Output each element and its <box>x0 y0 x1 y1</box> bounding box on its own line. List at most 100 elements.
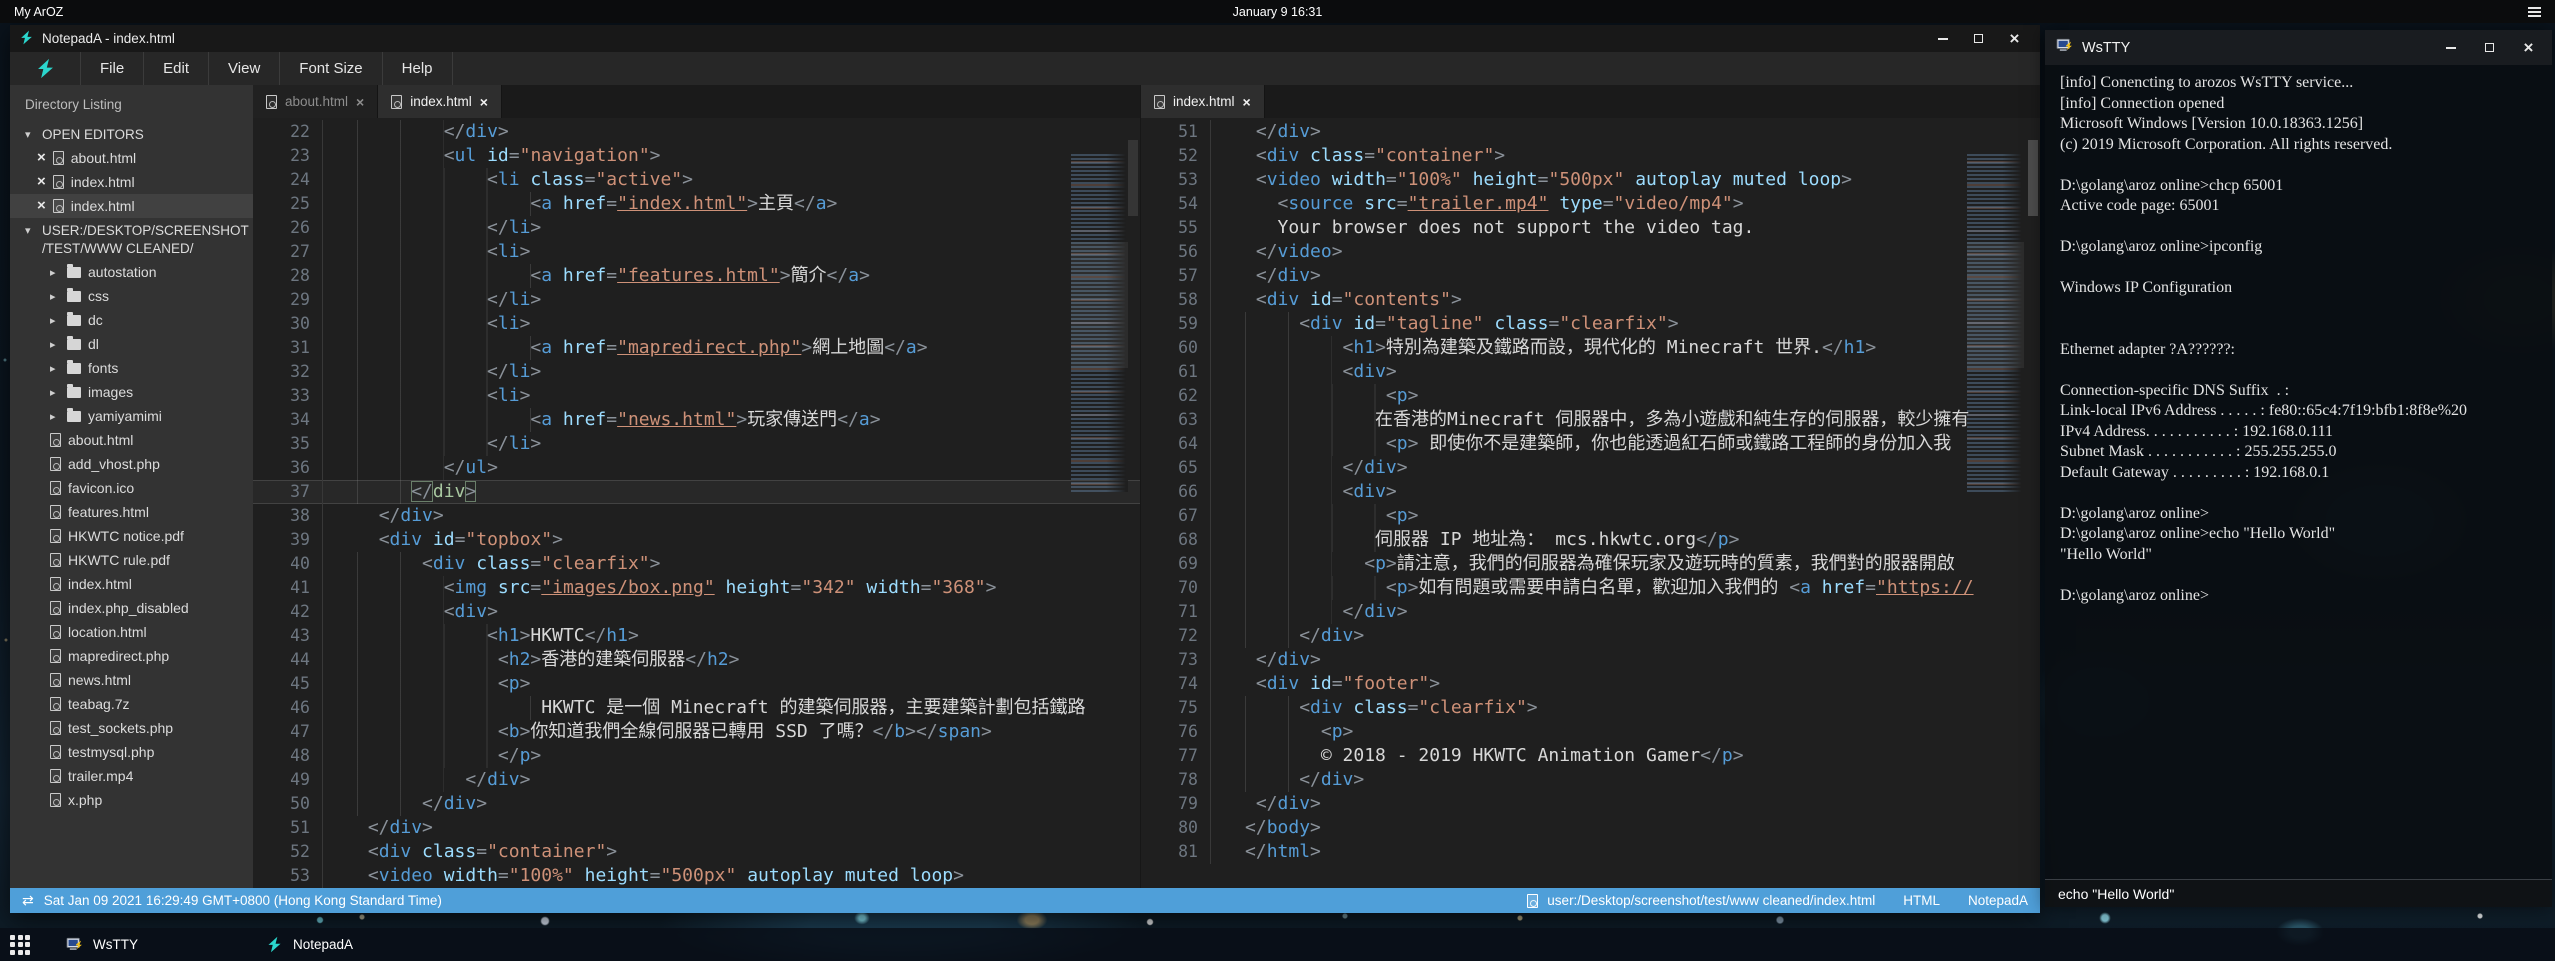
minimap[interactable] <box>1967 154 2024 492</box>
terminal-output[interactable]: [info] Conencting to arozos WsTTY servic… <box>2045 65 2552 879</box>
hamburger-menu-icon[interactable] <box>2528 7 2541 17</box>
code-line[interactable]: 79 </div> <box>1141 792 2040 816</box>
code-line[interactable]: 50 </div> <box>253 792 1140 816</box>
sidebar-file-item[interactable]: news.html <box>10 668 253 692</box>
sidebar-folder-item[interactable]: ▸dc <box>10 308 253 332</box>
code-line[interactable]: 44 <h2>香港的建築伺服器</h2> <box>253 648 1140 672</box>
code-line[interactable]: 45 <p> <box>253 672 1140 696</box>
open-editor-item[interactable]: ×about.html <box>10 146 253 170</box>
notepada-titlebar[interactable]: NotepadA - index.html × <box>10 25 2040 52</box>
minimize-button[interactable] <box>1936 32 1949 45</box>
sidebar-folder-item[interactable]: ▸yamiyamimi <box>10 404 253 428</box>
code-line[interactable]: 47 <b>你知道我們全線伺服器已轉用 SSD 了嗎？</b></span> <box>253 720 1140 744</box>
sidebar-folder-item[interactable]: ▸dl <box>10 332 253 356</box>
code-line[interactable]: 52 <div class="container"> <box>1141 144 2040 168</box>
code-line[interactable]: 54 <source src="trailer.mp4" type="video… <box>1141 192 2040 216</box>
sidebar-file-item[interactable]: HKWTC notice.pdf <box>10 524 253 548</box>
code-line[interactable]: 46 HKWTC 是一個 Minecraft 的建築伺服器，主要建築計劃包括鐵路 <box>253 696 1140 720</box>
close-icon[interactable]: × <box>37 151 46 165</box>
code-line[interactable]: 37 </div> <box>253 480 1140 504</box>
menu-view[interactable]: View <box>208 52 279 85</box>
close-icon[interactable]: × <box>37 175 46 189</box>
code-line[interactable]: 33 <li> <box>253 384 1140 408</box>
aroz-start-menu[interactable]: My ArOZ <box>14 5 63 19</box>
code-line[interactable]: 76 <p> <box>1141 720 2040 744</box>
open-editor-item[interactable]: ×index.html <box>10 194 253 218</box>
code-line[interactable]: 51 </div> <box>253 816 1140 840</box>
close-button[interactable]: × <box>2008 32 2021 45</box>
sidebar-folder-item[interactable]: ▸autostation <box>10 260 253 284</box>
sidebar-file-item[interactable]: trailer.mp4 <box>10 764 253 788</box>
sidebar-folder-item[interactable]: ▸css <box>10 284 253 308</box>
code-line[interactable]: 80</body> <box>1141 816 2040 840</box>
code-line[interactable]: 22 </div> <box>253 120 1140 144</box>
close-icon[interactable]: × <box>1243 95 1251 109</box>
menu-help[interactable]: Help <box>382 52 453 85</box>
code-line[interactable]: 60 <h1>特別為建築及鐵路而設，現代化的 Minecraft 世界.</h1… <box>1141 336 2040 360</box>
code-line[interactable]: 72 </div> <box>1141 624 2040 648</box>
code-line[interactable]: 24 <li class="active"> <box>253 168 1140 192</box>
code-line[interactable]: 29 </li> <box>253 288 1140 312</box>
code-line[interactable]: 32 </li> <box>253 360 1140 384</box>
code-line[interactable]: 71 </div> <box>1141 600 2040 624</box>
menu-edit[interactable]: Edit <box>143 52 208 85</box>
code-line[interactable]: 64 <p> 即使你不是建築師，你也能透過紅石師或鐵路工程師的身份加入我 <box>1141 432 2040 456</box>
code-line[interactable]: 57 </div> <box>1141 264 2040 288</box>
code-line[interactable]: 65 </div> <box>1141 456 2040 480</box>
code-line[interactable]: 53 <video width="100%" height="500px" au… <box>1141 168 2040 192</box>
code-line[interactable]: 27 <li> <box>253 240 1140 264</box>
code-line[interactable]: 48 </p> <box>253 744 1140 768</box>
sidebar-file-item[interactable]: index.php_disabled <box>10 596 253 620</box>
sidebar-folder-item[interactable]: ▸fonts <box>10 356 253 380</box>
sidebar-folder-item[interactable]: ▸images <box>10 380 253 404</box>
app-grid-icon[interactable] <box>10 935 30 955</box>
tab-index.html[interactable]: index.html× <box>1141 85 1265 118</box>
code-line[interactable]: 63 在香港的Minecraft 伺服器中，多為小遊戲和純生存的伺服器，較少擁有 <box>1141 408 2040 432</box>
code-line[interactable]: 59 <div id="tagline" class="clearfix"> <box>1141 312 2040 336</box>
sidebar-file-item[interactable]: favicon.ico <box>10 476 253 500</box>
code-line[interactable]: 81</html> <box>1141 840 2040 864</box>
code-line[interactable]: 51 </div> <box>1141 120 2040 144</box>
close-icon[interactable]: × <box>480 95 488 109</box>
terminal-input[interactable]: echo "Hello World" <box>2045 879 2552 907</box>
code-line[interactable]: 49 </div> <box>253 768 1140 792</box>
code-line[interactable]: 34 <a href="news.html">玩家傳送門</a> <box>253 408 1140 432</box>
tab-index.html[interactable]: index.html× <box>378 85 502 118</box>
sidebar-file-item[interactable]: location.html <box>10 620 253 644</box>
sidebar-file-item[interactable]: x.php <box>10 788 253 812</box>
code-line[interactable]: 28 <a href="features.html">簡介</a> <box>253 264 1140 288</box>
minimap-slider[interactable] <box>1071 242 1128 368</box>
code-line[interactable]: 40 <div class="clearfix"> <box>253 552 1140 576</box>
directory-root[interactable]: ▾USER:/DESKTOP/SCREENSHOT /TEST/WWW CLEA… <box>10 218 253 260</box>
open-editors-section[interactable]: ▾OPEN EDITORS <box>10 122 253 146</box>
code-line[interactable]: 41 <img src="images/box.png" height="342… <box>253 576 1140 600</box>
code-line[interactable]: 67 <p> <box>1141 504 2040 528</box>
code-line[interactable]: 78 </div> <box>1141 768 2040 792</box>
code-line[interactable]: 31 <a href="mapredirect.php">網上地圖</a> <box>253 336 1140 360</box>
menu-file[interactable]: File <box>80 52 143 85</box>
sidebar-file-item[interactable]: index.html <box>10 572 253 596</box>
code-line[interactable]: 26 </li> <box>253 216 1140 240</box>
code-line[interactable]: 25 <a href="index.html">主頁</a> <box>253 192 1140 216</box>
tab-about.html[interactable]: about.html× <box>253 85 378 118</box>
maximize-button[interactable] <box>1972 32 1985 45</box>
wstty-titlebar[interactable]: WsTTY × <box>2045 30 2552 65</box>
code-line[interactable]: 74 <div id="footer"> <box>1141 672 2040 696</box>
code-line[interactable]: 58 <div id="contents"> <box>1141 288 2040 312</box>
code-line[interactable]: 68 伺服器 IP 地址為： mcs.hkwtc.org</p> <box>1141 528 2040 552</box>
scrollbar-thumb[interactable] <box>1128 140 1138 216</box>
code-line[interactable]: 66 <div> <box>1141 480 2040 504</box>
code-line[interactable]: 75 <div class="clearfix"> <box>1141 696 2040 720</box>
taskbar-item-wstty[interactable]: WsTTY <box>66 936 266 953</box>
code-line[interactable]: 35 </li> <box>253 432 1140 456</box>
sidebar-file-item[interactable]: testmysql.php <box>10 740 253 764</box>
sidebar-file-item[interactable]: about.html <box>10 428 253 452</box>
code-editor[interactable]: 22 </div>23 <ul id="navigation">24 <li c… <box>253 118 1140 888</box>
maximize-button[interactable] <box>2483 41 2496 54</box>
taskbar-item-notepada[interactable]: NotepadA <box>266 936 466 953</box>
code-line[interactable]: 61 <div> <box>1141 360 2040 384</box>
menu-font-size[interactable]: Font Size <box>279 52 381 85</box>
minimap-slider[interactable] <box>1967 242 2024 368</box>
close-button[interactable]: × <box>2522 41 2535 54</box>
sidebar-file-item[interactable]: add_vhost.php <box>10 452 253 476</box>
